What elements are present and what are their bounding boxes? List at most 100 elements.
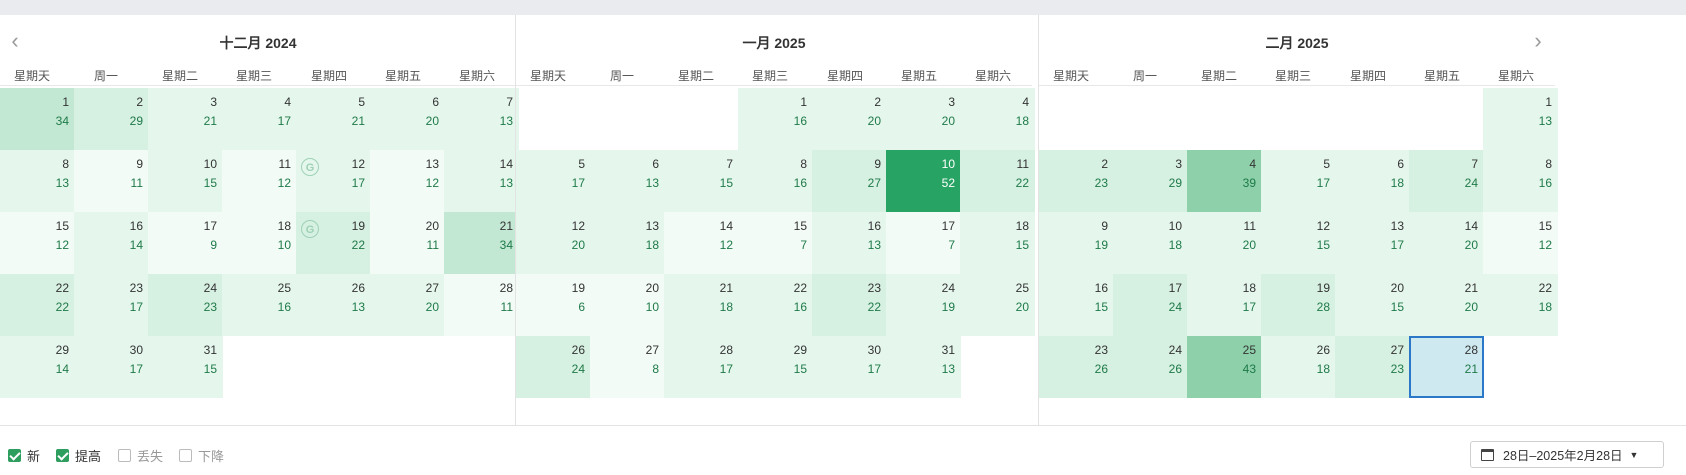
day-cell[interactable]: 14 13: [444, 150, 519, 212]
day-cell[interactable]: 31 13: [886, 336, 961, 398]
day-cell[interactable]: 26 24: [516, 336, 591, 398]
legend-improved-checkbox[interactable]: 提高: [56, 446, 101, 464]
day-cell[interactable]: 11 22: [960, 150, 1035, 212]
day-cell[interactable]: 21 34: [444, 212, 519, 274]
day-cell[interactable]: 18 17: [1187, 274, 1262, 336]
day-cell[interactable]: 17 7: [886, 212, 961, 274]
day-cell[interactable]: 2 23: [1039, 150, 1114, 212]
day-cell[interactable]: 20 15: [1335, 274, 1410, 336]
checkbox-unchecked-icon[interactable]: [179, 448, 192, 462]
checkbox-unchecked-icon[interactable]: [118, 448, 131, 462]
day-cell[interactable]: 24 19: [886, 274, 961, 336]
chevron-right-icon[interactable]: ›: [1529, 30, 1547, 54]
day-cell[interactable]: 6 13: [590, 150, 665, 212]
day-cell[interactable]: 13 17: [1335, 212, 1410, 274]
day-cell[interactable]: 1 34: [0, 88, 75, 150]
day-cell[interactable]: 9 11: [74, 150, 149, 212]
day-cell[interactable]: 1 13: [1483, 88, 1558, 150]
day-cell[interactable]: 19 6: [516, 274, 591, 336]
day-cell[interactable]: 28 17: [664, 336, 739, 398]
day-cell[interactable]: 21 20: [1409, 274, 1484, 336]
day-cell[interactable]: 17 9: [148, 212, 223, 274]
day-cell[interactable]: 24 23: [148, 274, 223, 336]
day-cell[interactable]: 25 16: [222, 274, 297, 336]
chevron-left-icon[interactable]: ‹: [6, 30, 24, 54]
day-cell[interactable]: 2 29: [74, 88, 149, 150]
day-cell-selected[interactable]: 28 21: [1409, 336, 1484, 398]
day-cell[interactable]: 20 11: [370, 212, 445, 274]
day-cell[interactable]: 6 20: [370, 88, 445, 150]
day-cell[interactable]: 7 24: [1409, 150, 1484, 212]
day-cell[interactable]: 22 18: [1483, 274, 1558, 336]
day-cell[interactable]: 11 20: [1187, 212, 1262, 274]
day-cell[interactable]: 5 21: [296, 88, 371, 150]
day-cell[interactable]: 16 15: [1039, 274, 1114, 336]
day-cell[interactable]: 12 15: [1261, 212, 1336, 274]
legend-new-checkbox[interactable]: 新: [8, 446, 40, 464]
day-cell[interactable]: 15 12: [0, 212, 75, 274]
day-cell[interactable]: 11 12: [222, 150, 297, 212]
day-cell[interactable]: 4 39: [1187, 150, 1262, 212]
day-cell[interactable]: 5 17: [516, 150, 591, 212]
day-cell[interactable]: 10 18: [1113, 212, 1188, 274]
day-cell[interactable]: 9 19: [1039, 212, 1114, 274]
day-cell[interactable]: 12 20: [516, 212, 591, 274]
day-cell[interactable]: 22 22: [0, 274, 75, 336]
day-cell[interactable]: 20 10: [590, 274, 665, 336]
day-cell[interactable]: 8 16: [738, 150, 813, 212]
day-cell[interactable]: 24 26: [1113, 336, 1188, 398]
day-cell[interactable]: 2 20: [812, 88, 887, 150]
day-cell[interactable]: 5 17: [1261, 150, 1336, 212]
day-cell[interactable]: 31 15: [148, 336, 223, 398]
day-cell[interactable]: 3 20: [886, 88, 961, 150]
day-cell[interactable]: 21 18: [664, 274, 739, 336]
day-cell[interactable]: 15 12: [1483, 212, 1558, 274]
legend-declined-checkbox[interactable]: 下降: [179, 446, 224, 464]
day-cell[interactable]: 8 13: [0, 150, 75, 212]
google-update-icon[interactable]: G: [301, 158, 319, 176]
day-cell[interactable]: 22 16: [738, 274, 813, 336]
day-cell[interactable]: 23 26: [1039, 336, 1114, 398]
day-cell[interactable]: 6 18: [1335, 150, 1410, 212]
day-cell[interactable]: 30 17: [74, 336, 149, 398]
day-cell[interactable]: 25 20: [960, 274, 1035, 336]
day-cell[interactable]: G 12 17: [296, 150, 371, 212]
day-cell[interactable]: 4 18: [960, 88, 1035, 150]
day-cell[interactable]: 13 12: [370, 150, 445, 212]
day-cell[interactable]: 30 17: [812, 336, 887, 398]
day-cell[interactable]: 14 12: [664, 212, 739, 274]
day-cell[interactable]: 7 13: [444, 88, 519, 150]
day-cell[interactable]: 26 18: [1261, 336, 1336, 398]
day-cell[interactable]: 27 8: [590, 336, 665, 398]
day-cell[interactable]: 10 15: [148, 150, 223, 212]
day-cell[interactable]: 19 28: [1261, 274, 1336, 336]
day-cell[interactable]: 23 22: [812, 274, 887, 336]
day-cell[interactable]: 8 16: [1483, 150, 1558, 212]
day-cell[interactable]: G 19 22: [296, 212, 371, 274]
day-cell[interactable]: 16 13: [812, 212, 887, 274]
day-cell[interactable]: 29 15: [738, 336, 813, 398]
day-cell[interactable]: 15 7: [738, 212, 813, 274]
day-cell[interactable]: 29 14: [0, 336, 75, 398]
checkbox-checked-icon[interactable]: [56, 448, 69, 462]
day-cell[interactable]: 4 17: [222, 88, 297, 150]
day-cell[interactable]: 14 20: [1409, 212, 1484, 274]
day-cell[interactable]: 26 13: [296, 274, 371, 336]
day-cell[interactable]: 25 43: [1187, 336, 1262, 398]
day-cell[interactable]: 7 15: [664, 150, 739, 212]
day-cell[interactable]: 27 23: [1335, 336, 1410, 398]
day-cell[interactable]: 28 11: [444, 274, 519, 336]
day-cell[interactable]: 9 27: [812, 150, 887, 212]
day-cell[interactable]: 10 52: [886, 150, 961, 212]
day-cell[interactable]: 17 24: [1113, 274, 1188, 336]
legend-lost-checkbox[interactable]: 丢失: [118, 446, 163, 464]
day-cell[interactable]: 1 16: [738, 88, 813, 150]
checkbox-checked-icon[interactable]: [8, 448, 21, 462]
day-cell[interactable]: 18 10: [222, 212, 297, 274]
day-cell[interactable]: 3 29: [1113, 150, 1188, 212]
date-range-picker-button[interactable]: 28日–2025年2月28日 ▼: [1470, 441, 1664, 468]
day-cell[interactable]: 13 18: [590, 212, 665, 274]
day-cell[interactable]: 3 21: [148, 88, 223, 150]
day-cell[interactable]: 16 14: [74, 212, 149, 274]
day-cell[interactable]: 18 15: [960, 212, 1035, 274]
